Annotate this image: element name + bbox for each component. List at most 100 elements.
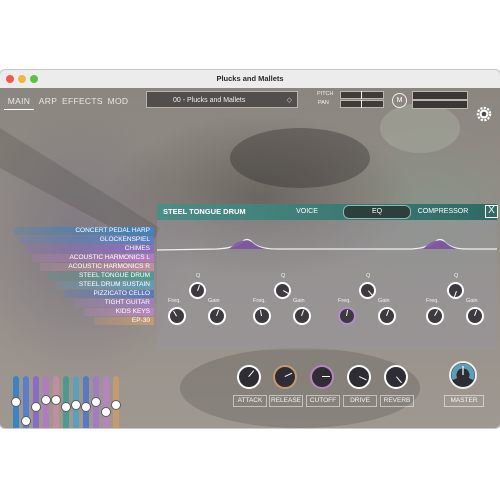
tab-arp[interactable]: ARP <box>36 93 60 109</box>
volume-fader[interactable] <box>111 376 121 428</box>
patch-label: CONCERT PEDAL HARP <box>75 227 150 234</box>
fader-handle[interactable] <box>101 407 111 417</box>
fader-handle[interactable] <box>51 395 61 405</box>
control-knob[interactable] <box>310 365 334 389</box>
fader-handle[interactable] <box>31 402 41 412</box>
fader-handle[interactable] <box>111 400 121 410</box>
volume-fader[interactable] <box>51 376 61 428</box>
list-item[interactable]: PIZZICATO CELLO <box>64 290 154 298</box>
volume-fader[interactable] <box>61 376 71 428</box>
knob-indicator <box>216 310 220 316</box>
band-freq-knob[interactable] <box>168 307 186 325</box>
tab-voice[interactable]: VOICE <box>265 206 349 218</box>
pan-label: PAN <box>318 100 329 106</box>
knob-face <box>449 284 462 297</box>
fader-handle[interactable] <box>21 416 31 426</box>
band-q-knob[interactable] <box>447 282 464 299</box>
fader-handle[interactable] <box>71 400 81 410</box>
tab-eq[interactable]: EQ <box>343 205 411 219</box>
control-knob[interactable] <box>273 365 297 389</box>
list-item[interactable]: ACOUSTIC HARMONICS R <box>40 263 154 271</box>
band-freq-label: Freq. <box>426 298 439 304</box>
tab-compressor[interactable]: COMPRESSOR <box>413 206 473 218</box>
list-item[interactable]: ACOUSTIC HARMONICS L <box>32 254 154 262</box>
midi-button-label: M <box>396 97 403 104</box>
knob-indicator <box>386 310 390 316</box>
control-knob[interactable] <box>347 365 371 389</box>
band-gain-label: Gain <box>466 298 478 304</box>
band-freq-knob[interactable] <box>253 307 271 325</box>
list-item[interactable]: GLOCKENSPIEL <box>20 236 154 244</box>
control-knob[interactable] <box>384 365 408 389</box>
gear-icon[interactable] <box>476 106 492 122</box>
preset-selector[interactable]: 00 - Plucks and Mallets ◇ <box>146 91 298 108</box>
midi-button[interactable]: M <box>392 93 407 108</box>
knob-face <box>191 284 204 297</box>
pan-slider[interactable] <box>340 100 384 108</box>
volume-fader[interactable] <box>101 376 111 428</box>
band-gain-knob[interactable] <box>208 307 226 325</box>
fader-handle[interactable] <box>91 397 101 407</box>
tab-arp-label: ARP <box>38 96 58 106</box>
tab-main[interactable]: MAIN <box>4 93 34 109</box>
close-label: X <box>488 205 495 216</box>
tab-mod[interactable]: MOD <box>104 93 132 109</box>
pitch-slider[interactable] <box>340 91 384 99</box>
knob-indicator <box>453 290 457 297</box>
band-q-label: Q <box>281 273 286 279</box>
band-freq-knob[interactable] <box>338 307 356 325</box>
master-knob-arc <box>451 363 475 381</box>
eq-curve-display <box>157 238 497 251</box>
knob-indicator <box>284 372 293 377</box>
knob-indicator <box>248 370 255 377</box>
control-knob[interactable] <box>237 365 261 389</box>
volume-fader[interactable] <box>81 376 91 428</box>
patch-label: STEEL DRUM SUSTAIN <box>78 281 150 288</box>
knob-face <box>380 309 394 323</box>
band-q-knob[interactable] <box>359 282 376 299</box>
control-label: RELEASE <box>269 395 303 407</box>
band-gain-knob[interactable] <box>466 307 484 325</box>
tab-mod-label: MOD <box>107 96 129 106</box>
list-item[interactable]: STEEL DRUM SUSTAIN <box>56 281 154 289</box>
list-item[interactable]: STEEL TONGUE DRUM <box>48 272 154 280</box>
volume-fader[interactable] <box>71 376 81 428</box>
knob-indicator <box>301 310 305 316</box>
volume-fader[interactable] <box>91 376 101 428</box>
fader-handle[interactable] <box>81 402 91 412</box>
band-gain-knob[interactable] <box>378 307 396 325</box>
band-gain-label: Gain <box>293 298 305 304</box>
volume-fader[interactable] <box>21 376 31 428</box>
knob-face <box>170 309 184 323</box>
list-item[interactable]: EP-30 <box>94 317 154 325</box>
band-freq-knob[interactable] <box>426 307 444 325</box>
list-item[interactable]: CHIMES <box>26 245 154 253</box>
volume-fader[interactable] <box>11 376 21 428</box>
volume-fader[interactable] <box>41 376 51 428</box>
patch-label: GLOCKENSPIEL <box>99 236 150 243</box>
band-gain-knob[interactable] <box>293 307 311 325</box>
band-q-label: Q <box>454 273 459 279</box>
pitch-label: PITCH <box>317 91 334 97</box>
list-item[interactable]: CONCERT PEDAL HARP <box>14 227 154 235</box>
patch-label: ACOUSTIC HARMONICS R <box>68 263 150 270</box>
fader-handle[interactable] <box>11 397 21 407</box>
app-area: MAIN ARP EFFECTS MOD 00 - Plucks and Mal… <box>0 88 500 428</box>
knob-face <box>276 284 289 297</box>
knob-indicator <box>396 376 402 384</box>
band-q-knob[interactable] <box>274 282 291 299</box>
tab-main-label: MAIN <box>7 96 31 106</box>
list-item[interactable]: KIDS KEYS <box>84 308 154 316</box>
list-item[interactable]: TIGHT GUITAR <box>74 299 154 307</box>
master-knob[interactable] <box>449 361 477 389</box>
patch-label: CHIMES <box>124 245 150 252</box>
control-label: REVERB <box>380 395 414 407</box>
close-icon[interactable]: X <box>485 205 498 218</box>
output-meter-left <box>412 91 468 100</box>
tab-effects[interactable]: EFFECTS <box>62 93 103 109</box>
volume-fader[interactable] <box>31 376 41 428</box>
fader-handle[interactable] <box>61 402 71 412</box>
fader-handle[interactable] <box>41 395 51 405</box>
band-q-knob[interactable] <box>189 282 206 299</box>
pan-slider-handle <box>361 100 362 108</box>
